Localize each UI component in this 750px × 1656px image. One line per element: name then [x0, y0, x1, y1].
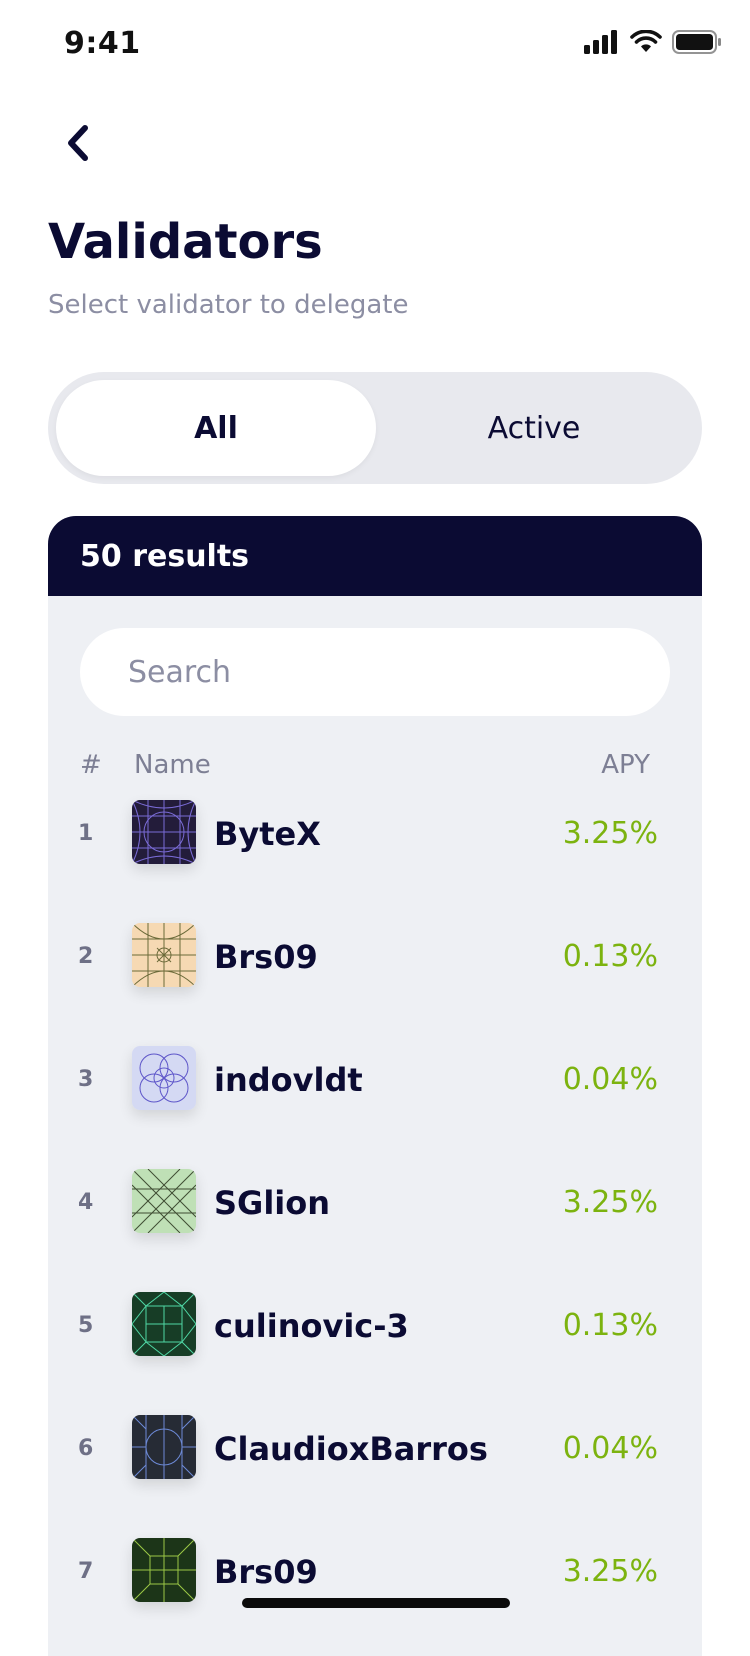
validator-rank: 7: [78, 1559, 94, 1584]
chevron-left-icon: [68, 125, 88, 161]
validator-rank: 2: [78, 944, 94, 969]
validator-name: Brs09: [214, 938, 318, 976]
validator-avatar: [132, 923, 196, 987]
validator-apy: 0.04%: [562, 1062, 658, 1097]
search-input[interactable]: [80, 628, 670, 716]
validator-rank: 4: [78, 1190, 94, 1215]
validator-rank: 3: [78, 1067, 94, 1092]
validator-avatar: [132, 1292, 196, 1356]
wifi-icon: [630, 30, 662, 52]
results-card: 50 results # Name APY 1 ByteX 3.25% 2: [48, 516, 702, 1656]
validator-apy: 3.25%: [562, 1554, 658, 1589]
validator-row[interactable]: 7 Brs09 3.25%: [48, 1508, 702, 1636]
validator-avatar: [132, 1538, 196, 1602]
validator-name: ClaudioxBarros: [214, 1430, 488, 1468]
validator-rank: 5: [78, 1313, 94, 1338]
validator-name: ByteX: [214, 815, 321, 853]
status-icons: [584, 30, 722, 54]
results-count: 50 results: [48, 516, 702, 596]
status-time: 9:41: [64, 26, 141, 61]
page-title: Validators: [48, 214, 323, 270]
validator-name: Brs09: [214, 1553, 318, 1591]
validator-apy: 3.25%: [562, 816, 658, 851]
cellular-signal-icon: [584, 30, 617, 54]
validator-row[interactable]: 5 culinovic-3 0.13%: [48, 1262, 702, 1390]
back-button[interactable]: [52, 118, 102, 168]
validator-apy: 0.04%: [562, 1431, 658, 1466]
validator-row[interactable]: 1 ByteX 3.25%: [48, 770, 702, 898]
tab-all[interactable]: All: [56, 380, 376, 476]
home-indicator: [242, 1598, 510, 1608]
page-subtitle: Select validator to delegate: [48, 290, 409, 320]
tab-active[interactable]: Active: [374, 380, 694, 476]
validator-row[interactable]: 3 indovldt 0.04%: [48, 1016, 702, 1144]
battery-icon: [672, 30, 721, 54]
validator-rank: 1: [78, 821, 94, 846]
validator-apy: 0.13%: [562, 939, 658, 974]
validator-row[interactable]: 4 SGlion 3.25%: [48, 1139, 702, 1267]
validator-rank: 6: [78, 1436, 94, 1461]
validator-name: SGlion: [214, 1184, 331, 1222]
validator-name: indovldt: [214, 1061, 363, 1099]
filter-segmented-control: All Active: [48, 372, 702, 484]
validator-apy: 3.25%: [562, 1185, 658, 1220]
validator-row[interactable]: 2 Brs09 0.13%: [48, 893, 702, 1021]
status-bar: 9:41: [0, 0, 750, 92]
validator-avatar: [132, 800, 196, 864]
validator-avatar: [132, 1169, 196, 1233]
validator-avatar: [132, 1415, 196, 1479]
validator-name: culinovic-3: [214, 1307, 409, 1345]
validator-avatar: [132, 1046, 196, 1110]
validator-row[interactable]: 6 ClaudioxBarros 0.04%: [48, 1385, 702, 1513]
validator-apy: 0.13%: [562, 1308, 658, 1343]
